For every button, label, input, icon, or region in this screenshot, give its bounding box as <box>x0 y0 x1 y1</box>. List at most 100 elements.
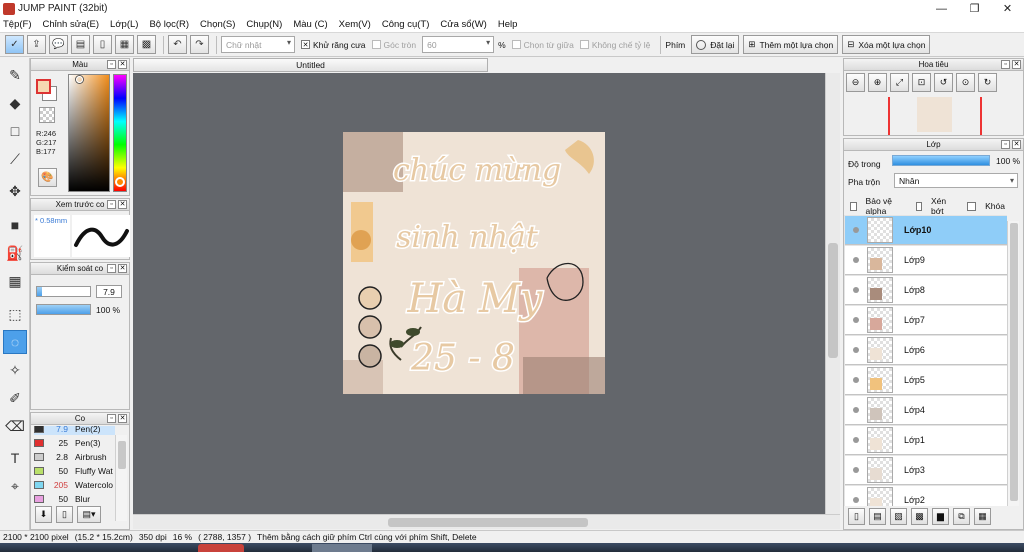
taskbar-app-button[interactable] <box>312 544 372 552</box>
scroll-thumb[interactable] <box>118 441 126 469</box>
layer-row[interactable]: Lớp4 <box>845 396 1007 425</box>
brush-list-scrollbar[interactable] <box>115 435 127 521</box>
brush-size-input[interactable]: 7.9 <box>96 285 122 298</box>
add-brush-icon[interactable]: ⬇ <box>35 506 52 523</box>
brush-list-item[interactable]: 50 Fluffy Wat <box>34 465 115 477</box>
visibility-icon[interactable] <box>845 366 867 395</box>
antialias-option[interactable]: ✕ Khử răng cưa <box>301 40 366 50</box>
transparent-color-swatch[interactable] <box>39 107 55 123</box>
menu-view[interactable]: Xem(V) <box>339 19 371 30</box>
undo-icon[interactable]: ↶ <box>168 35 187 54</box>
visibility-icon[interactable] <box>845 336 867 365</box>
minimize-button[interactable]: — <box>925 0 958 17</box>
redo-icon[interactable]: ↷ <box>190 35 209 54</box>
layer-row[interactable]: Lớp3 <box>845 456 1007 485</box>
menu-edit[interactable]: Chỉnh sửa(E) <box>43 19 100 30</box>
panel-close-icon[interactable]: ✕ <box>118 414 127 423</box>
brush-list-item[interactable]: 7.9 Pen(2) <box>34 426 115 435</box>
menu-help[interactable]: Help <box>498 19 518 30</box>
layer-opacity-slider[interactable] <box>892 155 990 166</box>
layer-row[interactable]: Lớp7 <box>845 306 1007 335</box>
rotate-right-icon[interactable]: ↻ <box>978 73 997 92</box>
brush-list-item[interactable]: 2.8 Airbrush <box>34 451 115 463</box>
scroll-thumb[interactable] <box>1010 223 1018 501</box>
brush-menu-icon[interactable]: ▤▾ <box>77 506 101 523</box>
text-tool-icon[interactable]: T <box>3 446 27 470</box>
layer-row[interactable]: Lớp1 <box>845 426 1007 455</box>
new-text-layer-icon[interactable]: ▧ <box>890 508 907 525</box>
maximize-button[interactable]: ❐ <box>958 0 991 17</box>
lock-option[interactable]: Khóa <box>967 196 1014 216</box>
taskbar-app-button[interactable] <box>198 544 244 552</box>
zoom-100-icon[interactable]: ⊡ <box>912 73 931 92</box>
visibility-icon[interactable] <box>845 396 867 425</box>
brush-opacity-slider[interactable] <box>36 304 91 315</box>
brush-list-item[interactable]: 25 Pen(3) <box>34 437 115 449</box>
shape-select[interactable]: Chữ nhật ▾ <box>221 36 295 53</box>
round-corner-option[interactable]: Góc tròn <box>371 40 416 50</box>
scroll-thumb[interactable] <box>828 243 838 358</box>
layer-row[interactable]: Lớp6 <box>845 336 1007 365</box>
export-icon[interactable]: ⇪ <box>27 35 46 54</box>
panel-close-icon[interactable]: ✕ <box>118 200 127 209</box>
reset-button[interactable]: Đặt lại <box>691 35 740 54</box>
rotate-reset-icon[interactable]: ⊙ <box>956 73 975 92</box>
move-tool-icon[interactable]: ✥ <box>3 179 27 203</box>
visibility-icon[interactable] <box>845 456 867 485</box>
new-layer-icon[interactable]: ▯ <box>848 508 865 525</box>
rotate-left-icon[interactable]: ↺ <box>934 73 953 92</box>
visibility-icon[interactable] <box>845 246 867 275</box>
new-folder-icon[interactable]: ▆ <box>932 508 949 525</box>
menu-filter[interactable]: Bộ lọc(R) <box>149 19 189 30</box>
panel-float-icon[interactable]: ▫ <box>1001 60 1010 69</box>
visibility-icon[interactable] <box>845 276 867 305</box>
panel-close-icon[interactable]: ✕ <box>118 60 127 69</box>
from-center-checkbox[interactable] <box>511 40 521 49</box>
gradient-tool-icon[interactable]: ▦ <box>3 269 27 293</box>
close-button[interactable]: ✕ <box>991 0 1024 17</box>
panel-float-icon[interactable]: ▫ <box>1001 140 1010 149</box>
menu-select[interactable]: Chọn(S) <box>200 19 235 30</box>
brush-size-slider[interactable] <box>36 286 91 297</box>
select-pen-tool-icon[interactable]: ✐ <box>3 386 27 410</box>
foreground-color-swatch[interactable] <box>36 79 51 94</box>
canvas-area[interactable]: chúc mừng sinh nhật Hà My 25 - 8 <box>133 73 825 514</box>
document-tab[interactable]: Untitled <box>133 58 488 72</box>
check-icon[interactable]: ✓ <box>5 35 24 54</box>
clip-option[interactable]: Xén bớt <box>915 196 958 216</box>
new-raster-layer-icon[interactable]: ▤ <box>869 508 886 525</box>
layer-properties-icon[interactable]: ▦ <box>974 508 991 525</box>
panel-float-icon[interactable]: ▫ <box>107 60 116 69</box>
zoom-in-icon[interactable]: ⊕ <box>868 73 887 92</box>
panel-close-icon[interactable]: ✕ <box>1012 140 1021 149</box>
new-brush-icon[interactable]: ▯ <box>56 506 73 523</box>
brush-list-item[interactable]: 205 Watercolo <box>34 479 115 491</box>
visibility-icon[interactable] <box>845 486 867 507</box>
eraser-tool-icon[interactable]: ◆ <box>3 91 27 115</box>
layer-list-scrollbar[interactable] <box>1007 221 1019 506</box>
visibility-icon[interactable] <box>845 216 867 245</box>
line-tool-icon[interactable]: ⟋ <box>3 147 27 171</box>
palette-icon[interactable]: 🎨 <box>38 168 57 187</box>
menu-window[interactable]: Cửa sổ(W) <box>440 19 486 30</box>
layer-row[interactable]: Lớp9 <box>845 246 1007 275</box>
menu-capture[interactable]: Chụp(N) <box>246 19 282 30</box>
shape-tool-icon[interactable]: □ <box>3 119 27 143</box>
rect-select-tool-icon[interactable]: ⬚ <box>3 302 27 326</box>
brush-list-item[interactable]: 50 Blur <box>34 493 115 505</box>
layer-row[interactable]: Lớp10 <box>845 216 1007 245</box>
protect-alpha-checkbox[interactable] <box>850 201 857 211</box>
artwork-canvas[interactable]: chúc mừng sinh nhật Hà My 25 - 8 <box>343 132 605 394</box>
new-halftone-layer-icon[interactable]: ▩ <box>911 508 928 525</box>
menu-tools[interactable]: Công cụ(T) <box>382 19 430 30</box>
add-selection-button[interactable]: ⊞ Thêm một lựa chọn <box>743 35 839 54</box>
layer-row[interactable]: Lớp5 <box>845 366 1007 395</box>
layout-icon[interactable]: ▩ <box>137 35 156 54</box>
select-eraser-tool-icon[interactable]: ⌫ <box>3 414 27 438</box>
visibility-icon[interactable] <box>845 306 867 335</box>
comment-icon[interactable]: ▤ <box>71 35 90 54</box>
magic-wand-tool-icon[interactable]: ✧ <box>3 358 27 382</box>
scroll-thumb[interactable] <box>388 518 588 527</box>
keep-ratio-option[interactable]: Không chế tỷ lệ <box>579 40 650 50</box>
clip-checkbox[interactable] <box>915 201 922 211</box>
